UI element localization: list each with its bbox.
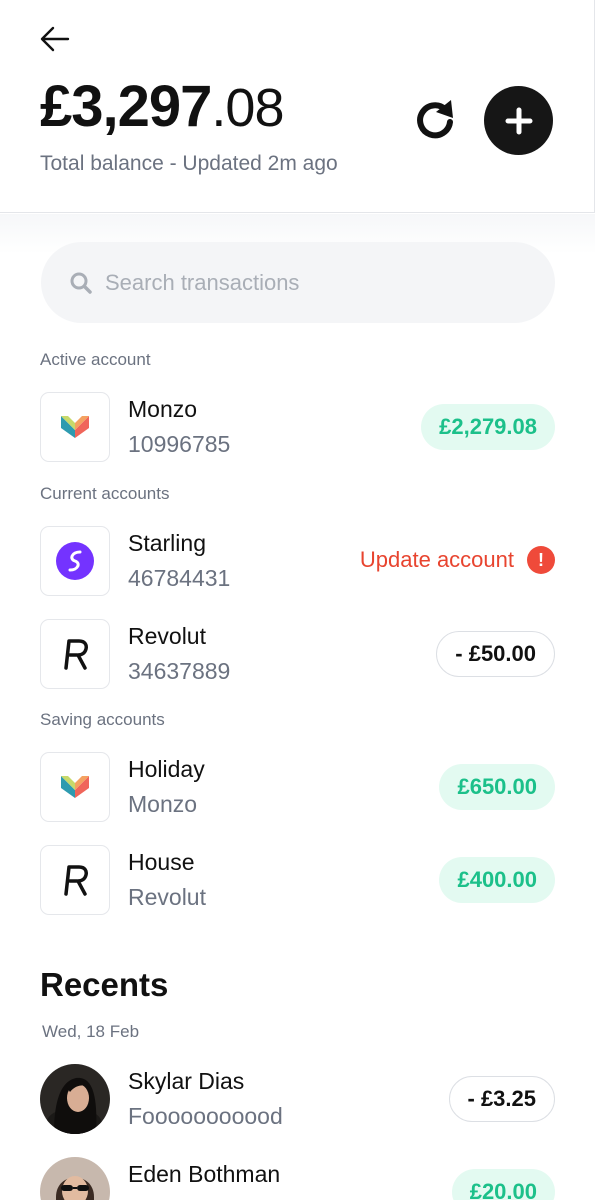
- transaction-name: Eden Bothman: [128, 1161, 281, 1187]
- account-name: Holiday: [128, 756, 205, 782]
- balance-header: £3,297.08 Total balance - Updated 2m ago: [0, 0, 595, 213]
- revolut-logo-icon: [40, 845, 110, 915]
- account-balance: £400.00: [439, 857, 555, 903]
- transaction-row-skylar[interactable]: Skylar Dias Fooooooooood - £3.25: [40, 1064, 555, 1134]
- avatar: [40, 1064, 110, 1134]
- section-label-saving: Saving accounts: [40, 710, 165, 729]
- search-bar[interactable]: [41, 242, 555, 323]
- balance-subtitle: Total balance - Updated 2m ago: [40, 152, 338, 175]
- transaction-amount: - £3.25: [448, 1076, 555, 1122]
- account-balance: £2,279.08: [421, 404, 555, 450]
- search-icon: [69, 271, 93, 295]
- refresh-button[interactable]: [412, 96, 458, 142]
- account-row-house[interactable]: House Revolut £400.00: [40, 845, 555, 915]
- account-provider: Monzo: [128, 791, 198, 817]
- account-balance: £650.00: [439, 764, 555, 810]
- transaction-description: Fooooooooood: [128, 1103, 283, 1129]
- account-row-monzo[interactable]: Monzo 10996785 £2,279.08: [40, 392, 555, 462]
- arrow-left-icon: [40, 26, 70, 52]
- balance-pence: .08: [211, 78, 284, 138]
- account-name: Starling: [128, 530, 206, 556]
- account-name: Revolut: [128, 623, 206, 649]
- monzo-logo-icon: [40, 752, 110, 822]
- add-button[interactable]: [484, 86, 553, 155]
- account-row-revolut[interactable]: Revolut 34637889 - £50.00: [40, 619, 555, 689]
- search-input[interactable]: [105, 269, 505, 296]
- transaction-name: Skylar Dias: [128, 1068, 245, 1094]
- account-number: 46784431: [128, 565, 231, 591]
- section-label-current: Current accounts: [40, 484, 170, 503]
- back-button[interactable]: [38, 22, 72, 56]
- account-provider: Revolut: [128, 884, 206, 910]
- starling-logo-icon: [40, 526, 110, 596]
- transaction-row-eden[interactable]: Eden Bothman £20.00: [40, 1157, 555, 1200]
- alert-icon: !: [527, 546, 555, 574]
- monzo-logo-icon: [40, 392, 110, 462]
- account-row-holiday[interactable]: Holiday Monzo £650.00: [40, 752, 555, 822]
- update-account-link[interactable]: Update account !: [360, 546, 555, 574]
- avatar: [40, 1157, 110, 1200]
- account-balance: - £50.00: [436, 631, 555, 677]
- total-balance: £3,297.08: [40, 78, 284, 138]
- account-number: 34637889: [128, 658, 231, 684]
- transaction-amount: £20.00: [451, 1169, 555, 1200]
- section-label-active: Active account: [40, 350, 151, 369]
- account-row-starling[interactable]: Starling 46784431 Update account !: [40, 526, 555, 596]
- account-name: Monzo: [128, 396, 198, 422]
- recents-heading: Recents: [40, 966, 169, 1003]
- account-number: 10996785: [128, 431, 231, 457]
- plus-icon: [505, 107, 532, 134]
- revolut-logo-icon: [40, 619, 110, 689]
- account-name: House: [128, 849, 195, 875]
- transaction-date: Wed, 18 Feb: [42, 1022, 140, 1041]
- refresh-icon: [417, 100, 453, 139]
- update-account-label: Update account: [359, 547, 514, 572]
- balance-whole: £3,297: [40, 74, 212, 139]
